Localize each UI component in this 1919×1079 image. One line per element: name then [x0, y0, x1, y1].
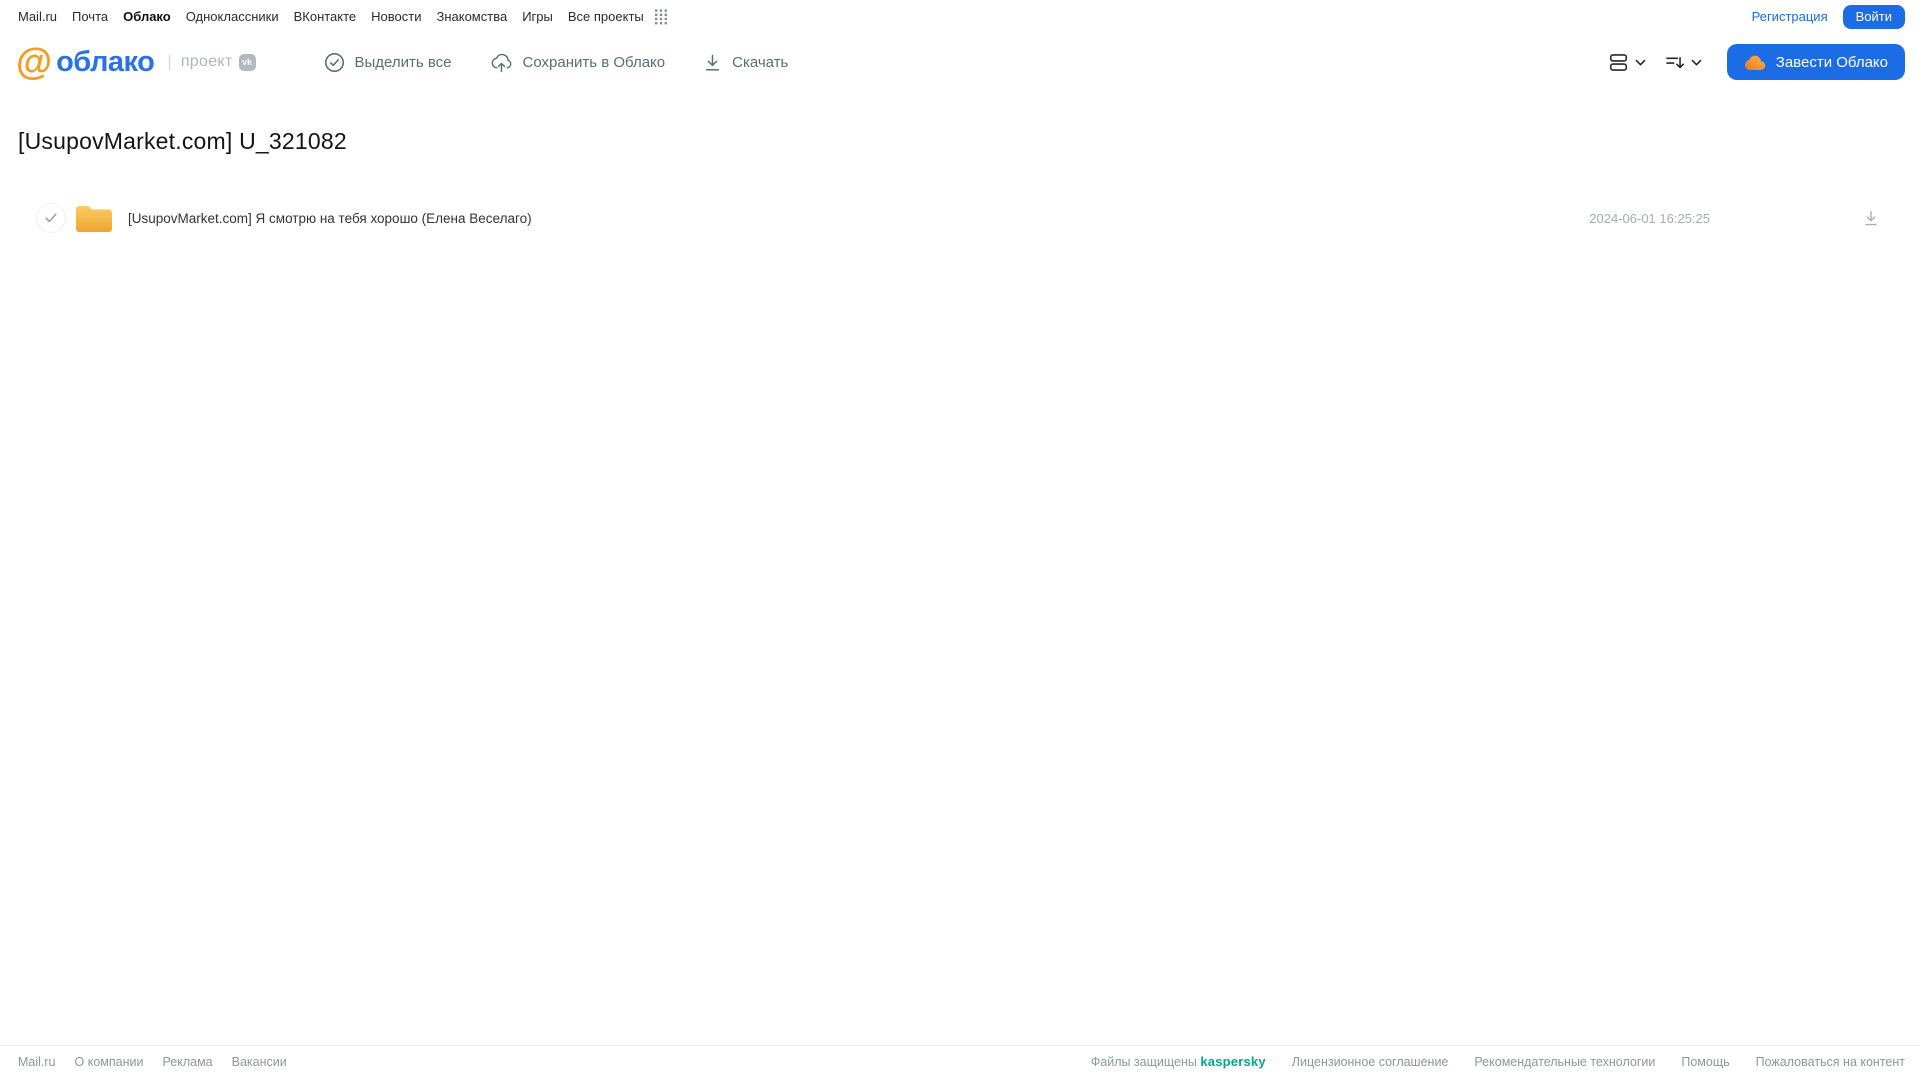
file-row[interactable]: [UsupovMarket.com] Я смотрю на тебя хоро…: [0, 195, 1919, 241]
nav-item-odnoklassniki[interactable]: Одноклассники: [186, 9, 279, 24]
apps-grid-icon[interactable]: [654, 8, 667, 25]
header-right-controls: Завести Облако: [1608, 44, 1905, 80]
view-mode-dropdown[interactable]: [1608, 52, 1647, 73]
cloud-orange-icon: [1744, 54, 1766, 71]
login-button[interactable]: Войти: [1842, 4, 1905, 29]
create-cloud-button[interactable]: Завести Облако: [1726, 44, 1905, 80]
sort-icon: [1664, 52, 1685, 73]
logo-divider: |: [167, 52, 172, 71]
download-button[interactable]: Скачать: [703, 53, 788, 72]
select-all-button[interactable]: Выделить все: [324, 52, 452, 73]
footer-link-about[interactable]: О компании: [75, 1055, 144, 1069]
footer-link-license[interactable]: Лицензионное соглашение: [1292, 1055, 1449, 1069]
footer-link-recommendation-tech[interactable]: Рекомендательные технологии: [1474, 1055, 1655, 1069]
save-to-cloud-label: Сохранить в Облако: [522, 53, 666, 71]
create-cloud-label: Завести Облако: [1775, 53, 1888, 71]
folder-icon: [74, 203, 114, 234]
page-title: [UsupovMarket.com] U_321082: [18, 128, 347, 154]
cloud-upload-icon: [490, 52, 513, 73]
view-mode-icon: [1608, 52, 1629, 73]
registration-link[interactable]: Регистрация: [1752, 9, 1828, 24]
nav-item-znakomstva[interactable]: Знакомства: [436, 9, 507, 24]
portal-nav: Mail.ru Почта Облако Одноклассники ВКонт…: [0, 0, 1919, 29]
sort-dropdown[interactable]: [1664, 52, 1703, 73]
main-content: [UsupovMarket.com] U_321082 [UsupovMarke…: [0, 127, 1919, 241]
row-download-icon[interactable]: [1862, 209, 1880, 227]
chevron-down-icon: [1634, 56, 1647, 69]
protected-prefix: Файлы защищены: [1090, 1055, 1197, 1069]
file-date: 2024-06-01 16:25:25: [1589, 210, 1710, 226]
footer-link-mailru[interactable]: Mail.ru: [18, 1055, 56, 1069]
nav-item-vkontakte[interactable]: ВКонтакте: [294, 9, 357, 24]
logo-wordmark: облако: [56, 45, 155, 78]
footer-left-links: Mail.ru О компании Реклама Вакансии: [18, 1055, 287, 1069]
footer-right-links: Файлы защищены kaspersky Лицензионное со…: [1091, 1054, 1905, 1069]
file-toolbar: Выделить все Сохранить в Облако Скачать: [324, 52, 788, 73]
mailru-at-icon: @: [16, 41, 52, 82]
nav-item-oblako[interactable]: Облако: [123, 9, 171, 24]
nav-item-igry[interactable]: Игры: [522, 9, 553, 24]
nav-item-novosti[interactable]: Новости: [371, 9, 421, 24]
vk-project-label: проект: [180, 53, 233, 70]
footer-link-ads[interactable]: Реклама: [162, 1055, 212, 1069]
check-circle-icon: [324, 52, 345, 73]
vk-logo-icon: vk: [238, 53, 256, 71]
row-checkbox[interactable]: [36, 203, 66, 233]
kaspersky-logo: kaspersky: [1200, 1054, 1266, 1069]
portal-nav-links: Mail.ru Почта Облако Одноклассники ВКонт…: [18, 8, 667, 25]
footer-link-report-content[interactable]: Пожаловаться на контент: [1756, 1055, 1905, 1069]
file-name-link[interactable]: [UsupovMarket.com] Я смотрю на тебя хоро…: [128, 211, 532, 226]
kaspersky-protection-label: Файлы защищены kaspersky: [1091, 1054, 1266, 1069]
download-icon: [703, 53, 722, 72]
app-header: @ облако | проект vk Выделить все Сохран…: [0, 27, 1919, 97]
cloud-logo[interactable]: @ облако | проект vk: [16, 41, 256, 82]
footer-link-jobs[interactable]: Вакансии: [232, 1055, 287, 1069]
page-footer: Mail.ru О компании Реклама Вакансии Файл…: [0, 1045, 1919, 1079]
nav-item-pochta[interactable]: Почта: [72, 9, 108, 24]
footer-link-help[interactable]: Помощь: [1681, 1055, 1729, 1069]
select-all-label: Выделить все: [354, 53, 452, 71]
nav-item-vse-proekty[interactable]: Все проекты: [568, 9, 644, 24]
save-to-cloud-button[interactable]: Сохранить в Облако: [490, 52, 666, 73]
download-label: Скачать: [732, 53, 789, 71]
chevron-down-icon: [1690, 56, 1703, 69]
nav-item-mailru[interactable]: Mail.ru: [18, 9, 57, 24]
portal-nav-auth: Регистрация Войти: [1752, 4, 1905, 29]
